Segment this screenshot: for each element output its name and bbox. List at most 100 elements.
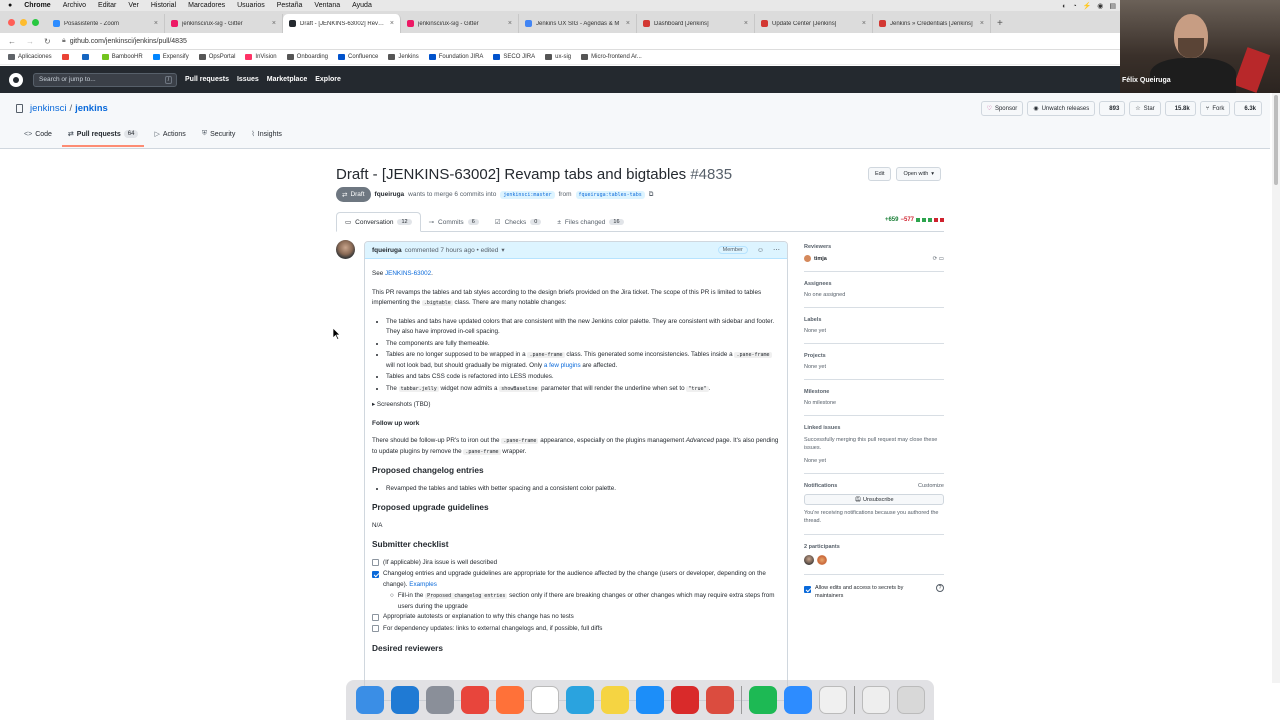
url-field[interactable]: github.com/jenkinsci/jenkins/pull/4835: [70, 38, 187, 45]
checkbox[interactable]: [372, 559, 379, 566]
launchpad-icon[interactable]: [425, 686, 454, 714]
finder-icon[interactable]: [355, 686, 384, 714]
milestone-header[interactable]: Milestone: [804, 389, 944, 395]
sponsor-button[interactable]: ♡ Sponsor: [980, 101, 1024, 116]
tab-code[interactable]: <> Code: [24, 130, 52, 147]
pr-author-link[interactable]: fqueiruga: [375, 191, 405, 198]
bookmark-item[interactable]: Foundation JIRA: [428, 54, 483, 60]
watch-count[interactable]: 893: [1099, 101, 1126, 116]
menu-historial[interactable]: Historial: [151, 2, 176, 9]
repo-owner-link[interactable]: jenkinsci: [30, 103, 66, 114]
menu-marcadores[interactable]: Marcadores: [188, 2, 225, 9]
fork-count[interactable]: 6.3k: [1234, 101, 1262, 116]
head-branch[interactable]: fqueiruga:tables-tabs: [575, 190, 645, 199]
tab-conversation[interactable]: ▭ Conversation 12: [336, 212, 421, 232]
screenshots-disclosure[interactable]: ▸ Screenshots (TBD): [372, 400, 780, 411]
bookmark-item[interactable]: ux-sig: [545, 54, 571, 60]
bookmark-item[interactable]: InVision: [245, 54, 277, 60]
smiley-icon[interactable]: ☺: [757, 247, 764, 254]
bookmark-item[interactable]: [81, 54, 92, 60]
nav-issues[interactable]: Issues: [237, 76, 259, 83]
checkbox[interactable]: [372, 613, 379, 621]
tab-commits[interactable]: ⊸ Commits 6: [421, 212, 487, 232]
close-tab-icon[interactable]: ×: [272, 20, 276, 27]
tab-actions[interactable]: ▷ Actions: [154, 130, 185, 147]
browser-tab[interactable]: Dashboard [Jenkins] ×: [637, 14, 755, 33]
close-tab-icon[interactable]: ×: [508, 20, 512, 27]
browser-tab[interactable]: Jenkins » Credentials [Jenkins] ×: [873, 14, 991, 33]
menu-chrome[interactable]: Chrome: [24, 2, 50, 9]
menu-archivo[interactable]: Archivo: [63, 2, 86, 9]
slack-icon[interactable]: [530, 686, 559, 714]
document-icon[interactable]: [861, 686, 890, 714]
few-plugins-link[interactable]: a few plugins: [544, 362, 581, 369]
close-tab-icon[interactable]: ×: [390, 20, 394, 27]
checkbox-checked[interactable]: [372, 570, 379, 578]
tab-security[interactable]: ⛨ Security: [202, 130, 236, 147]
projects-header[interactable]: Projects: [804, 353, 944, 359]
bookmark-item[interactable]: [61, 54, 72, 60]
minimize-window-icon[interactable]: [20, 18, 27, 26]
menu-editar[interactable]: Editar: [98, 2, 116, 9]
browser-tab[interactable]: jenkinsci/ux-sig - Gitter ×: [165, 14, 283, 33]
more-icon[interactable]: [670, 686, 699, 714]
vscode-icon[interactable]: [390, 686, 419, 714]
base-branch[interactable]: jenkinsci:master: [500, 190, 555, 199]
forward-icon[interactable]: →: [26, 37, 36, 46]
browser-tab[interactable]: Draft - [JENKINS-63002] Revamp tabs and …: [283, 14, 401, 33]
app-store-icon[interactable]: [635, 686, 664, 714]
caret-down-icon[interactable]: ▾: [501, 246, 504, 254]
close-tab-icon[interactable]: ×: [980, 20, 984, 27]
linked-issues-header[interactable]: Linked issues: [804, 425, 944, 431]
kebab-menu-icon[interactable]: ⋯: [773, 246, 780, 254]
browser-tab[interactable]: Posasistente - Zoom ×: [47, 14, 165, 33]
reload-icon[interactable]: ↻: [44, 37, 54, 46]
copy-icon[interactable]: ⧉: [649, 191, 654, 199]
zoom-icon[interactable]: [783, 686, 812, 714]
browser-tab[interactable]: jenkinsci/ux-sig - Gitter ×: [401, 14, 519, 33]
browser-tab[interactable]: Update Center [Jenkins] ×: [755, 14, 873, 33]
edit-button[interactable]: Edit: [868, 167, 892, 181]
chrome-icon[interactable]: [460, 686, 489, 714]
notes-icon[interactable]: [600, 686, 629, 714]
close-tab-icon[interactable]: ×: [154, 20, 158, 27]
bookmark-item[interactable]: OpsPortal: [198, 54, 235, 60]
tab-insights[interactable]: ⌇ Insights: [251, 130, 282, 147]
help-icon[interactable]: ?: [936, 584, 944, 592]
star-count[interactable]: 15.8k: [1164, 101, 1196, 116]
browser-tab[interactable]: Jenkins UX SIG - Agendas & M ×: [519, 14, 637, 33]
github-logo-icon[interactable]: [9, 72, 23, 87]
menu-ver[interactable]: Ver: [128, 2, 139, 9]
nav-pull-requests[interactable]: Pull requests: [185, 76, 229, 83]
open-with-button[interactable]: Open with ▾: [896, 167, 942, 181]
jira-link[interactable]: JENKINS-63002: [385, 270, 431, 277]
reviewer-name[interactable]: timja: [814, 256, 827, 262]
bookmark-item[interactable]: BambooHR: [101, 54, 143, 60]
bookmark-item[interactable]: Aplicaciones: [8, 54, 52, 60]
labels-header[interactable]: Labels: [804, 317, 944, 323]
close-window-icon[interactable]: [8, 18, 15, 26]
bookmark-item[interactable]: Micro-frontend Ar...: [581, 54, 642, 60]
bookmark-item[interactable]: Expensify: [152, 54, 189, 60]
sync-icon[interactable]: ⟳: [933, 256, 938, 262]
page-scrollbar[interactable]: [1272, 93, 1280, 683]
menu-usuarios[interactable]: Usuarios: [237, 2, 265, 9]
firefox-icon[interactable]: [495, 686, 524, 714]
lock-icon[interactable]: 🔒︎: [62, 37, 66, 45]
close-tab-icon[interactable]: ×: [862, 20, 866, 27]
checkbox[interactable]: [372, 625, 379, 632]
spotify-icon[interactable]: [748, 686, 777, 714]
avatar[interactable]: [336, 240, 355, 259]
menu-pestana[interactable]: Pestaña: [277, 2, 303, 9]
tab-pull-requests[interactable]: ⇄ Pull requests 64: [61, 130, 144, 147]
comment-icon[interactable]: ▭: [939, 256, 944, 262]
maximize-window-icon[interactable]: [32, 18, 39, 26]
star-button[interactable]: ☆ Star: [1129, 101, 1161, 116]
avatar[interactable]: [817, 555, 827, 565]
tab-checks[interactable]: ☑ Checks 0: [487, 212, 550, 232]
bookmark-item[interactable]: SECO JIRA: [493, 54, 535, 60]
trash-icon[interactable]: [896, 686, 925, 714]
avatar[interactable]: [804, 555, 814, 565]
examples-link[interactable]: Examples: [409, 581, 437, 588]
scrollbar-thumb[interactable]: [1274, 95, 1278, 185]
